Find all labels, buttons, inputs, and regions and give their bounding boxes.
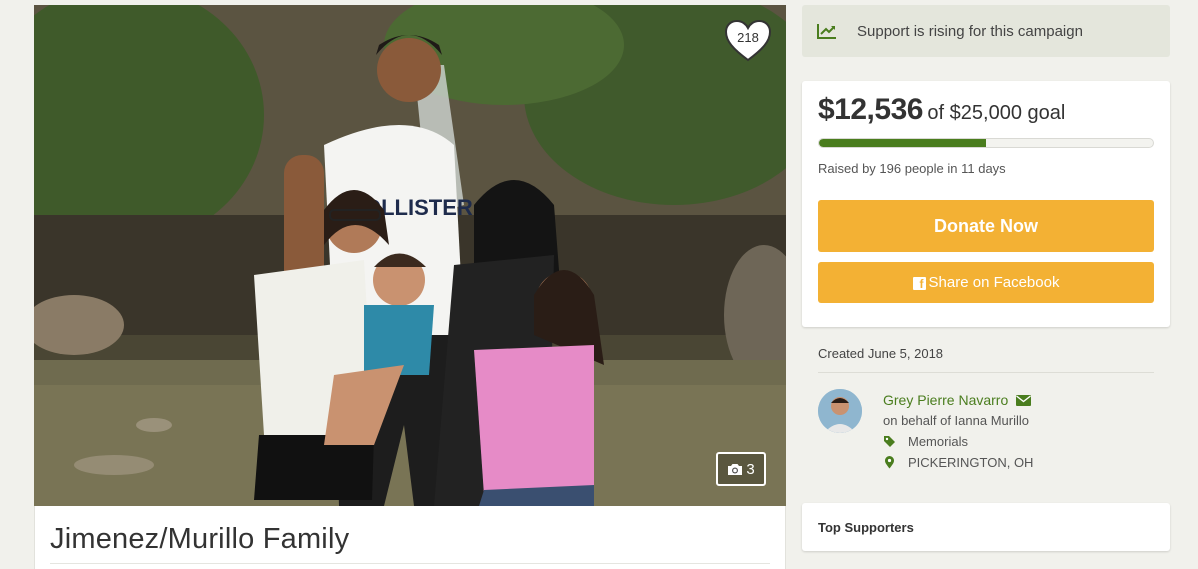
donate-button[interactable]: Donate Now [818,200,1154,252]
title-card: Jimenez/Murillo Family [34,506,786,569]
like-button[interactable]: 218 [724,19,772,63]
top-supporters-heading: Top Supporters [818,520,914,535]
created-date: Created June 5, 2018 [818,346,944,361]
tag-icon [884,436,895,447]
rising-banner: Support is rising for this campaign [802,5,1170,57]
progress-fill [819,139,986,147]
organizer-name[interactable]: Grey Pierre Navarro [883,392,1008,408]
avatar-image [818,389,862,433]
raised-by-text: Raised by 196 people in 11 days [818,161,1006,176]
photo-count-label: 3 [746,460,755,478]
like-count: 218 [737,30,759,45]
progress-bar [818,138,1154,148]
campaign-photo[interactable]: OLLISTER 218 3 [34,5,786,506]
organizer-row[interactable]: Grey Pierre Navarro [883,392,1032,408]
category-row[interactable]: Memorials [883,434,968,449]
behalf-text: on behalf of Ianna Murillo [883,413,1029,428]
facebook-icon: f [912,277,926,291]
envelope-icon[interactable] [1016,395,1032,406]
campaign-title: Jimenez/Murillo Family [50,523,350,555]
location-label: PICKERINGTON, OH [908,455,1034,470]
family-photo-illustration: OLLISTER [34,5,786,506]
raised-amount: $12,536 [818,93,923,126]
goal-text: of $25,000 goal [927,102,1066,124]
map-marker-icon [885,456,894,469]
rising-text: Support is rising for this campaign [857,22,1083,40]
location-row: PICKERINGTON, OH [883,455,1033,470]
title-divider [50,563,770,564]
share-label: Share on Facebook [928,274,1060,291]
avatar[interactable] [818,389,862,433]
share-facebook-button[interactable]: f Share on Facebook [818,262,1154,303]
top-supporters-card: Top Supporters [802,503,1170,551]
camera-icon [728,463,743,475]
category-label[interactable]: Memorials [908,434,968,449]
trend-up-icon [817,24,836,39]
amount-line: $12,536 of $25,000 goal [818,93,1065,127]
photo-gallery-button[interactable]: 3 [716,452,766,486]
funding-card: $12,536 of $25,000 goal Raised by 196 pe… [802,81,1170,327]
organizer-divider [818,372,1154,373]
